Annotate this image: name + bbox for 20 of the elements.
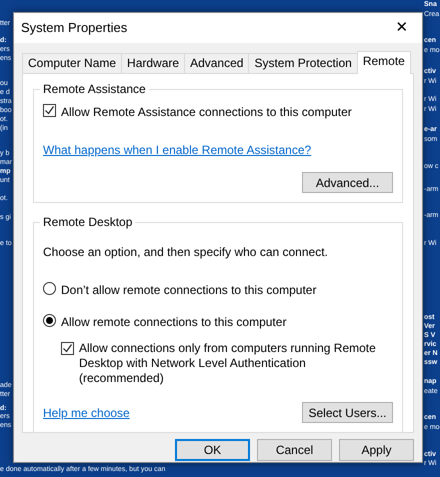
instruction-text: Choose an option, and then specify who can connect.	[43, 244, 329, 261]
dialog-button[interactable]: Apply	[339, 439, 414, 461]
tab[interactable]: Remote	[356, 51, 411, 74]
dialog-button[interactable]: Cancel	[257, 439, 332, 461]
close-button[interactable]: ✕	[382, 13, 422, 43]
window-title: System Properties	[21, 19, 128, 38]
dialog-button[interactable]: OK	[175, 439, 250, 461]
select-users-button[interactable]: Select Users...	[302, 402, 393, 423]
checkbox[interactable]	[43, 104, 56, 117]
radio-button[interactable]	[43, 282, 56, 295]
help-link[interactable]: Help me choose	[43, 404, 130, 422]
radio-button[interactable]	[43, 314, 56, 327]
radio-label: Don’t allow remote connections to this computer	[61, 282, 316, 299]
checkbox-label: Allow connections only from computers running Remote Desktop with Network Level Authentication (recommended)	[79, 341, 377, 386]
radio-label: Allow remote connections to this computer	[61, 314, 286, 331]
advanced-button[interactable]: Advanced...	[302, 172, 393, 193]
checkbox-label: Allow Remote Assistance connections to this computer	[61, 104, 352, 121]
checkbox[interactable]	[61, 342, 74, 355]
help-link[interactable]: What happens when I enable Remote Assistance?	[43, 143, 312, 157]
tab[interactable]: Computer Name	[22, 53, 122, 73]
